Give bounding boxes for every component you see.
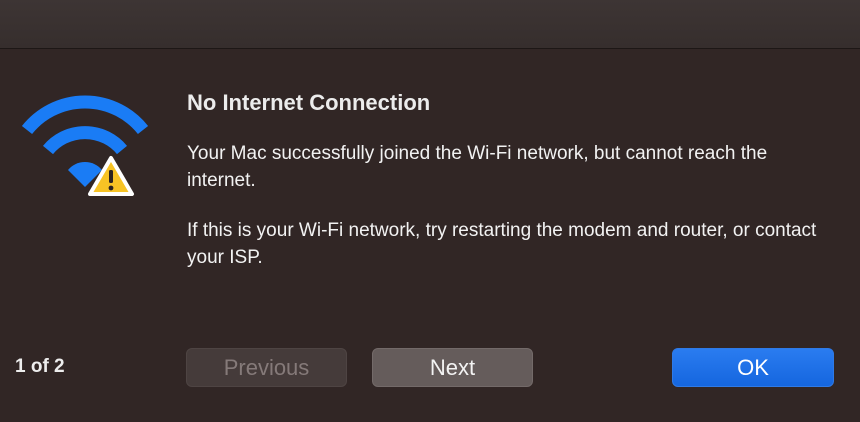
- page-counter: 1 of 2: [15, 356, 65, 377]
- alert-window: No Internet Connection Your Mac successf…: [0, 0, 860, 422]
- window-titlebar: [0, 0, 860, 49]
- dialog-message: Your Mac successfully joined the Wi-Fi n…: [187, 143, 768, 191]
- wifi-warning-icon: [20, 92, 160, 202]
- previous-button[interactable]: Previous: [186, 348, 347, 387]
- warning-icon: [88, 156, 134, 196]
- ok-button[interactable]: OK: [672, 348, 834, 387]
- dialog-suggestion: If this is your Wi-Fi network, try resta…: [187, 220, 817, 268]
- next-button[interactable]: Next: [372, 348, 533, 387]
- dialog-title: No Internet Connection: [187, 90, 431, 115]
- wifi-icon: [21, 95, 149, 155]
